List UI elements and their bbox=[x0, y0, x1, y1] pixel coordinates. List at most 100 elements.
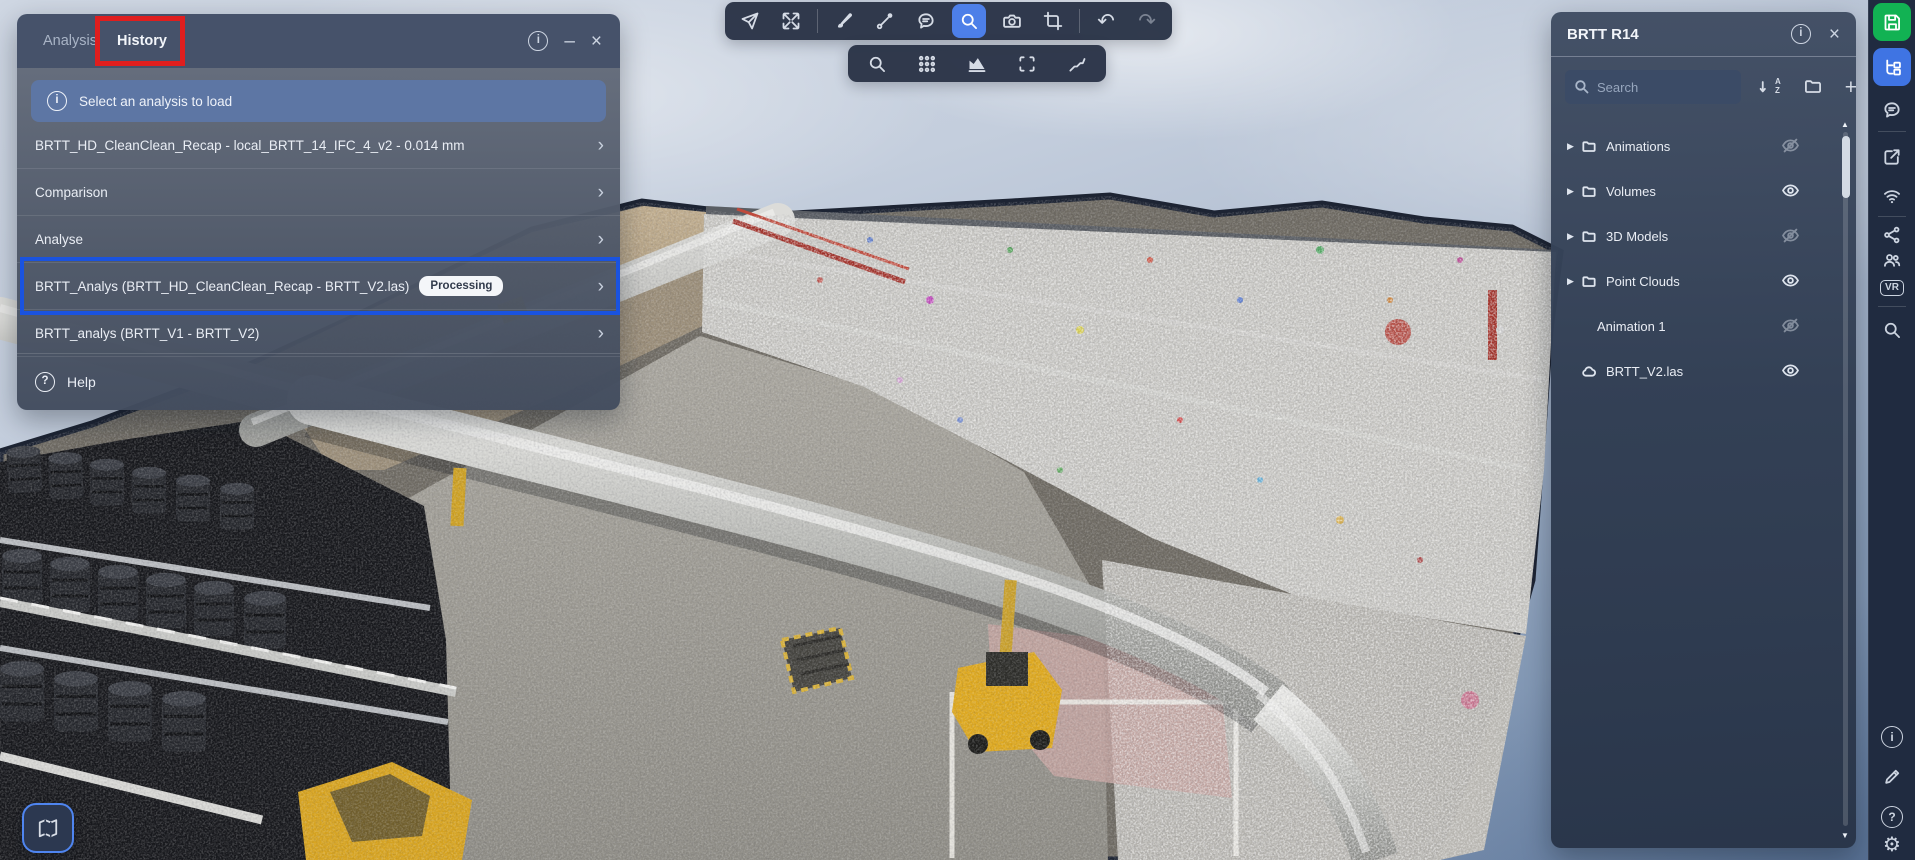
edit-pencil-icon[interactable] bbox=[1880, 765, 1904, 789]
info-icon[interactable]: i bbox=[1791, 24, 1811, 44]
analysis-row[interactable]: BRTT_HD_CleanClean_Recap - local_BRTT_14… bbox=[17, 122, 620, 169]
tree-item-label: 3D Models bbox=[1606, 229, 1668, 244]
divider bbox=[1878, 306, 1906, 307]
tree-item-label: Point Clouds bbox=[1606, 274, 1680, 289]
visibility-eye-icon[interactable] bbox=[1781, 226, 1800, 245]
info-icon: i bbox=[47, 91, 67, 111]
help-row[interactable]: ? Help bbox=[17, 353, 620, 410]
visibility-eye-icon[interactable] bbox=[1781, 361, 1800, 380]
users-icon[interactable] bbox=[1880, 248, 1904, 272]
layers-toolbar: AZ + bbox=[1551, 56, 1856, 118]
vr-icon[interactable]: VR bbox=[1880, 276, 1904, 300]
expand-arrow-icon[interactable]: ▶ bbox=[1567, 231, 1581, 242]
project-title: BRTT R14 bbox=[1567, 26, 1639, 43]
panel-header: Analysis History i – × bbox=[17, 14, 620, 68]
analysis-row-processing[interactable]: BRTT_Analys (BRTT_HD_CleanClean_Recap - … bbox=[17, 263, 620, 310]
close-icon[interactable]: × bbox=[1829, 25, 1840, 44]
toolbar-divider bbox=[817, 9, 818, 33]
tree-item-animations[interactable]: ▶ Animations bbox=[1551, 124, 1842, 169]
banner-text: Select an analysis to load bbox=[79, 94, 232, 109]
tree-item-brtt-v2-las[interactable]: BRTT_V2.las bbox=[1551, 349, 1842, 394]
folder-icon[interactable] bbox=[1803, 77, 1823, 97]
comment-icon[interactable] bbox=[911, 6, 941, 36]
expand-arrow-icon[interactable]: ▶ bbox=[1567, 186, 1581, 197]
tab-analysis[interactable]: Analysis bbox=[33, 27, 107, 55]
visibility-eye-icon[interactable] bbox=[1781, 316, 1800, 335]
help-label: Help bbox=[67, 374, 96, 390]
chevron-right-icon: › bbox=[598, 183, 604, 202]
screen: ↶ ↷ Analysis History bbox=[0, 0, 1915, 860]
redo-icon[interactable]: ↷ bbox=[1132, 6, 1162, 36]
tree-item-point-clouds[interactable]: ▶ Point Clouds bbox=[1551, 259, 1842, 304]
expand-arrow-icon[interactable]: ▶ bbox=[1567, 141, 1581, 152]
folder-icon bbox=[1581, 139, 1597, 155]
crop-icon[interactable] bbox=[1038, 6, 1068, 36]
toolbar-divider bbox=[1079, 9, 1080, 33]
tree-item-3d-models[interactable]: ▶ 3D Models bbox=[1551, 214, 1842, 259]
fit-view-icon[interactable] bbox=[776, 6, 806, 36]
scrollbar[interactable]: ▲ ▼ bbox=[1839, 120, 1851, 840]
analysis-row-label: BRTT_Analys (BRTT_HD_CleanClean_Recap - … bbox=[35, 279, 409, 294]
measure-icon[interactable] bbox=[870, 6, 900, 36]
divider bbox=[1878, 216, 1906, 217]
scroll-up-icon[interactable]: ▲ bbox=[1839, 120, 1851, 129]
scrollbar-thumb[interactable] bbox=[1842, 136, 1850, 198]
info-icon[interactable]: i bbox=[1880, 725, 1904, 749]
area-chart-icon[interactable] bbox=[962, 49, 992, 79]
close-button[interactable]: × bbox=[591, 32, 602, 51]
search-sub-toolbar bbox=[848, 45, 1106, 82]
layers-panel-header: BRTT R14 i × bbox=[1551, 12, 1856, 57]
main-toolbar: ↶ ↷ bbox=[725, 2, 1172, 40]
selection-frame-icon[interactable] bbox=[1012, 49, 1042, 79]
cloud-icon bbox=[1581, 364, 1597, 380]
navigate-icon[interactable] bbox=[735, 6, 765, 36]
help-icon: ? bbox=[35, 372, 55, 392]
minimize-button[interactable]: – bbox=[564, 32, 575, 51]
minimap-button[interactable] bbox=[22, 803, 74, 853]
profile-steps-icon[interactable] bbox=[1062, 49, 1092, 79]
magnify-icon[interactable] bbox=[862, 49, 892, 79]
tree-item-label: Volumes bbox=[1606, 184, 1656, 199]
analysis-row[interactable]: Analyse › bbox=[17, 216, 620, 263]
comments-icon[interactable] bbox=[1880, 98, 1904, 122]
analysis-history-panel: Analysis History i – × i Select an analy… bbox=[17, 14, 620, 410]
analysis-row-label: Comparison bbox=[35, 185, 108, 200]
chevron-right-icon: › bbox=[598, 277, 604, 296]
help-icon[interactable]: ? bbox=[1880, 805, 1904, 829]
external-link-icon[interactable] bbox=[1880, 145, 1904, 169]
processing-badge: Processing bbox=[419, 276, 503, 296]
analysis-row[interactable]: BRTT_analys (BRTT_V1 - BRTT_V2) › bbox=[17, 310, 620, 357]
wifi-icon[interactable] bbox=[1880, 184, 1904, 208]
tab-history[interactable]: History bbox=[107, 27, 177, 55]
layers-tree-button[interactable] bbox=[1873, 48, 1911, 86]
analysis-row[interactable]: Comparison › bbox=[17, 169, 620, 216]
tree-item-label: BRTT_V2.las bbox=[1606, 364, 1683, 379]
expand-arrow-icon[interactable]: ▶ bbox=[1567, 276, 1581, 287]
settings-gear-icon[interactable]: ⚙ bbox=[1880, 833, 1904, 857]
search-icon bbox=[1573, 78, 1590, 95]
point-grid-icon[interactable] bbox=[912, 49, 942, 79]
divider bbox=[1878, 131, 1906, 132]
search-input[interactable] bbox=[1565, 70, 1741, 104]
camera-icon[interactable] bbox=[997, 6, 1027, 36]
save-button[interactable] bbox=[1873, 3, 1911, 41]
undo-icon[interactable]: ↶ bbox=[1091, 6, 1121, 36]
search-icon[interactable] bbox=[1880, 318, 1904, 342]
add-icon[interactable]: + bbox=[1845, 77, 1856, 98]
info-icon[interactable]: i bbox=[528, 31, 548, 51]
share-icon[interactable] bbox=[1880, 223, 1904, 247]
sort-icon[interactable]: AZ bbox=[1759, 78, 1781, 96]
layers-tree: ▶ Animations ▶ Volumes ▶ bbox=[1551, 124, 1842, 842]
visibility-eye-icon[interactable] bbox=[1781, 136, 1800, 155]
tree-item-volumes[interactable]: ▶ Volumes bbox=[1551, 169, 1842, 214]
paint-brush-icon[interactable] bbox=[829, 6, 859, 36]
chevron-right-icon: › bbox=[598, 136, 604, 155]
right-sidebar: VR i ? ⚙ bbox=[1868, 0, 1915, 860]
visibility-eye-icon[interactable] bbox=[1781, 181, 1800, 200]
tree-item-animation-1[interactable]: Animation 1 bbox=[1551, 304, 1842, 349]
search-tool-button[interactable] bbox=[952, 4, 986, 38]
tree-item-label: Animation 1 bbox=[1597, 319, 1666, 334]
scroll-down-icon[interactable]: ▼ bbox=[1839, 831, 1851, 840]
scrollbar-track[interactable] bbox=[1843, 132, 1848, 826]
visibility-eye-icon[interactable] bbox=[1781, 271, 1800, 290]
